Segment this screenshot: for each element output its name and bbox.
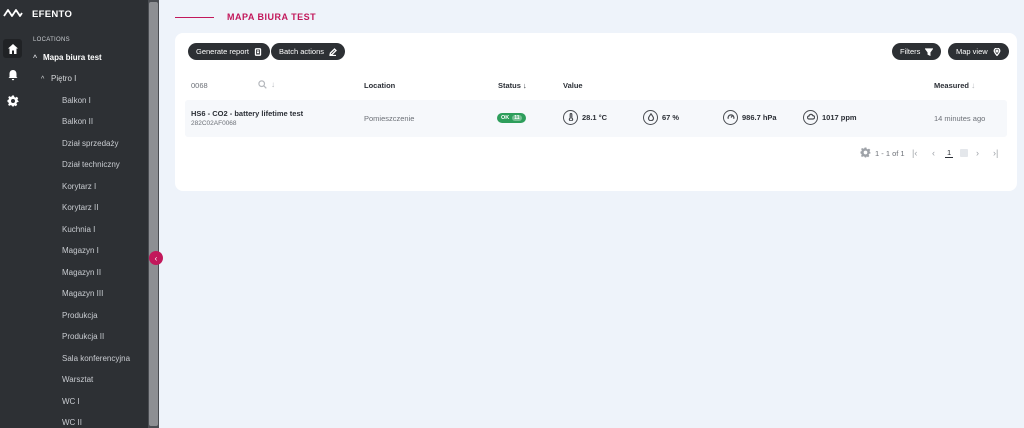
icon-rail — [0, 0, 25, 428]
filter-icon — [925, 47, 934, 56]
temperature-value: 28.1 °C — [582, 112, 608, 122]
home-nav-button[interactable] — [3, 39, 22, 58]
sidebar-item-produkcja[interactable]: Produkcja — [62, 311, 98, 320]
co2-reading: 1017 ppm — [803, 108, 857, 126]
tree-node-floor[interactable]: ^ Piętro I — [41, 74, 76, 83]
generate-report-label: Generate report — [196, 47, 249, 56]
table-settings-gear-icon[interactable] — [860, 147, 871, 158]
home-icon — [7, 43, 18, 54]
search-icon[interactable] — [258, 80, 267, 89]
status-count: 11 — [512, 115, 522, 121]
page-select-box[interactable] — [960, 147, 968, 159]
sort-arrow-icon[interactable]: ↓ — [271, 80, 275, 89]
gear-icon — [7, 95, 18, 106]
generate-report-button[interactable]: Generate report — [188, 43, 270, 60]
co2-value: 1017 ppm — [822, 112, 857, 122]
filters-button[interactable]: Filters — [892, 43, 942, 60]
bell-icon — [8, 69, 17, 80]
measured-time: 14 minutes ago — [934, 114, 986, 123]
column-header-status-label: Status — [498, 81, 521, 90]
title-accent-line — [175, 17, 214, 18]
page-dropdown-icon — [960, 149, 968, 157]
previous-page-button[interactable]: ‹ — [932, 147, 935, 159]
sidebar-item-balkon-2[interactable]: Balkon II — [62, 117, 93, 126]
sidebar-item-balkon-1[interactable]: Balkon I — [62, 96, 91, 105]
sensor-name[interactable]: HS6 - CO2 - battery lifetime test — [191, 109, 303, 118]
chevron-up-icon: ^ — [41, 76, 45, 83]
humidity-reading: 67 % — [643, 108, 679, 126]
sidebar-item-dzial-techniczny[interactable]: Dział techniczny — [62, 160, 120, 169]
tree-node-label: Piętro I — [51, 74, 77, 83]
co2-cloud-icon — [803, 109, 818, 125]
sensor-search-input[interactable] — [191, 78, 251, 92]
status-label: OK — [501, 115, 510, 121]
next-page-button[interactable]: › — [976, 147, 979, 159]
tree-node-label: Mapa biura test — [43, 53, 102, 62]
sidebar-scrollbar-thumb[interactable] — [149, 2, 158, 426]
page-title: MAPA BIURA TEST — [227, 12, 317, 22]
column-header-location[interactable]: Location — [364, 81, 395, 90]
sidebar-item-sala-konferencyjna[interactable]: Sala konferencyjna — [62, 354, 130, 363]
collapse-sidebar-button[interactable]: ‹ — [149, 251, 163, 265]
efento-logo-icon — [3, 9, 23, 17]
column-header-measured[interactable]: Measured ↓ — [934, 81, 975, 90]
last-page-button[interactable]: ›| — [993, 147, 998, 159]
batch-actions-button[interactable]: Batch actions — [271, 43, 346, 60]
chevron-left-icon: ‹ — [932, 148, 935, 158]
sidebar-scrollbar[interactable] — [148, 0, 159, 428]
batch-actions-label: Batch actions — [279, 47, 325, 56]
first-page-button[interactable]: |‹ — [912, 147, 917, 159]
settings-nav-button[interactable] — [3, 91, 22, 110]
sidebar-item-korytarz-1[interactable]: Korytarz I — [62, 182, 96, 191]
last-page-icon: ›| — [993, 148, 999, 158]
tree-node-root[interactable]: ^ Mapa biura test — [33, 53, 102, 62]
gauge-icon — [723, 109, 738, 125]
brand-name: EFENTO — [32, 9, 73, 20]
filters-label: Filters — [900, 47, 921, 56]
sidebar-item-dzial-sprzedazy[interactable]: Dział sprzedaży — [62, 139, 118, 148]
sort-arrow-icon: ↓ — [523, 81, 527, 90]
map-view-button[interactable]: Map view — [948, 43, 1009, 60]
droplet-icon — [643, 109, 658, 125]
sidebar-item-warsztat[interactable]: Warsztat — [62, 375, 93, 384]
brand-header: EFENTO — [0, 0, 159, 28]
location-sidebar — [25, 0, 148, 428]
locations-section-label: LOCATIONS — [33, 37, 70, 43]
current-page: 1 — [945, 148, 954, 158]
sort-arrow-icon: ↓ — [971, 81, 976, 90]
sidebar-item-wc-2[interactable]: WC II — [62, 418, 82, 427]
sidebar-item-magazyn-2[interactable]: Magazyn II — [62, 268, 101, 277]
sidebar-item-magazyn-1[interactable]: Magazyn I — [62, 246, 99, 255]
sidebar-item-produkcja-2[interactable]: Produkcja II — [62, 332, 104, 341]
sensor-serial: 282C02AF0068 — [191, 120, 237, 127]
column-header-measured-label: Measured — [934, 81, 970, 90]
page-number[interactable]: 1 — [945, 147, 954, 159]
humidity-value: 67 % — [662, 112, 680, 122]
sidebar-item-korytarz-2[interactable]: Korytarz II — [62, 203, 98, 212]
temperature-reading: 28.1 °C — [563, 108, 607, 126]
thermometer-icon — [563, 109, 578, 125]
column-header-value: Value — [563, 81, 583, 90]
sidebar-item-kuchnia-1[interactable]: Kuchnia I — [62, 225, 95, 234]
report-icon — [254, 47, 262, 56]
sidebar-item-magazyn-3[interactable]: Magazyn III — [62, 289, 103, 298]
map-pin-icon — [993, 47, 1001, 56]
map-view-label: Map view — [956, 47, 988, 56]
edit-icon — [329, 47, 337, 56]
pressure-value: 986.7 hPa — [742, 112, 777, 122]
sidebar-item-wc-1[interactable]: WC I — [62, 397, 80, 406]
column-header-status[interactable]: Status ↓ — [498, 81, 527, 90]
status-badge: OK 11 — [497, 113, 526, 123]
chevron-up-icon: ^ — [33, 55, 38, 62]
pressure-reading: 986.7 hPa — [723, 108, 777, 126]
chevron-right-icon: › — [976, 148, 979, 158]
pagination-range: 1 - 1 of 1 — [875, 148, 905, 158]
sensor-location: Pomieszczenie — [364, 114, 415, 123]
alerts-nav-button[interactable] — [3, 65, 22, 84]
first-page-icon: |‹ — [912, 148, 918, 158]
